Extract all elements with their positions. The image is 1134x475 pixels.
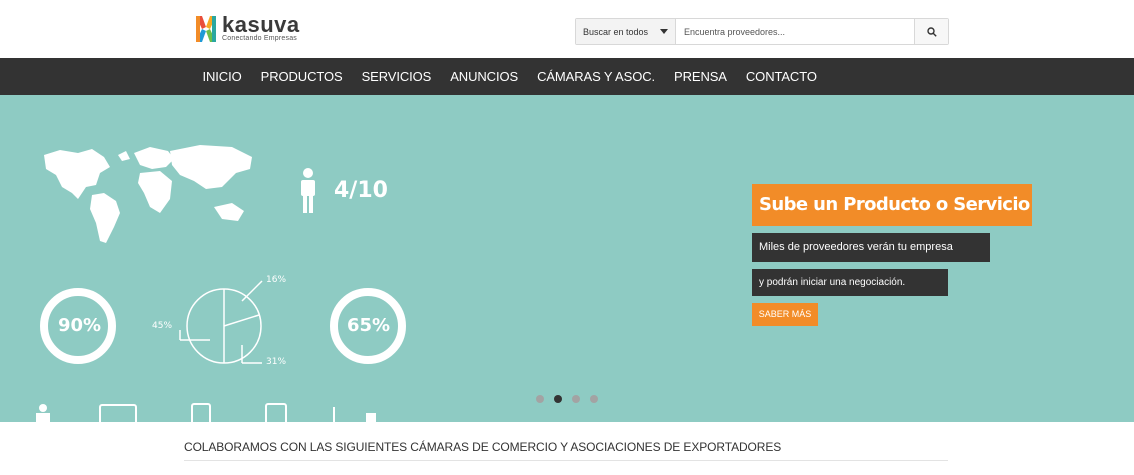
brand-tagline: Conectando Empresas [222,35,298,42]
saber-mas-button[interactable]: SABER MÁS [752,303,818,326]
search-icon [926,26,937,37]
search-input[interactable] [676,19,914,44]
pie-label-bottom: 31% [266,357,287,367]
logo-icon [196,14,216,44]
nav-item-contacto[interactable]: CONTACTO [736,69,826,84]
site-header: kasuva Conectando Empresas Buscar en tod… [0,0,1134,58]
hero-infographic [36,145,406,422]
divider [184,460,948,461]
search-bar: Buscar en todos [575,18,949,45]
nav-item-anuncios[interactable]: ANUNCIOS [441,69,528,84]
search-category-label: Buscar en todos [583,26,649,37]
world-map-icon [44,145,252,243]
search-category-select[interactable]: Buscar en todos [576,19,676,44]
pie-label-left: 45% [152,321,173,331]
search-button[interactable] [914,19,948,44]
chevron-down-icon [660,29,668,34]
hero-slider: 4/10 90% 65% 16% 45% 31% Sube un Product… [0,95,1134,422]
nav-item-servicios[interactable]: SERVICIOS [352,69,441,84]
pie-chart-icon [179,280,263,364]
donut-right-value: 65% [347,315,391,336]
main-nav: INICIO PRODUCTOS SERVICIOS ANUNCIOS CÁMA… [0,58,1134,95]
collab-section-title: COLABORAMOS CON LAS SIGUIENTES CÁMARAS D… [184,440,782,454]
donut-left-value: 90% [58,315,102,336]
person-icon [301,168,315,213]
nav-item-prensa[interactable]: PRENSA [665,69,737,84]
device-icons [36,403,376,422]
cta-title: Sube un Producto o Servicio [752,184,1032,226]
logo[interactable]: kasuva Conectando Empresas [196,14,300,44]
slider-dot[interactable] [572,395,580,403]
stat-ratio: 4/10 [334,178,388,203]
nav-item-camaras[interactable]: CÁMARAS Y ASOC. [528,69,665,84]
cta-line-1: Miles de proveedores verán tu empresa [752,233,990,262]
slider-dots [536,395,598,403]
nav-item-inicio[interactable]: INICIO [193,69,251,84]
slider-dot[interactable] [536,395,544,403]
brand-name: kasuva [222,12,300,37]
nav-item-productos[interactable]: PRODUCTOS [251,69,352,84]
slider-dot[interactable] [590,395,598,403]
cta-line-2: y podrán iniciar una negociación. [752,269,948,296]
slider-dot-active[interactable] [554,395,562,403]
pie-label-top: 16% [266,275,287,285]
